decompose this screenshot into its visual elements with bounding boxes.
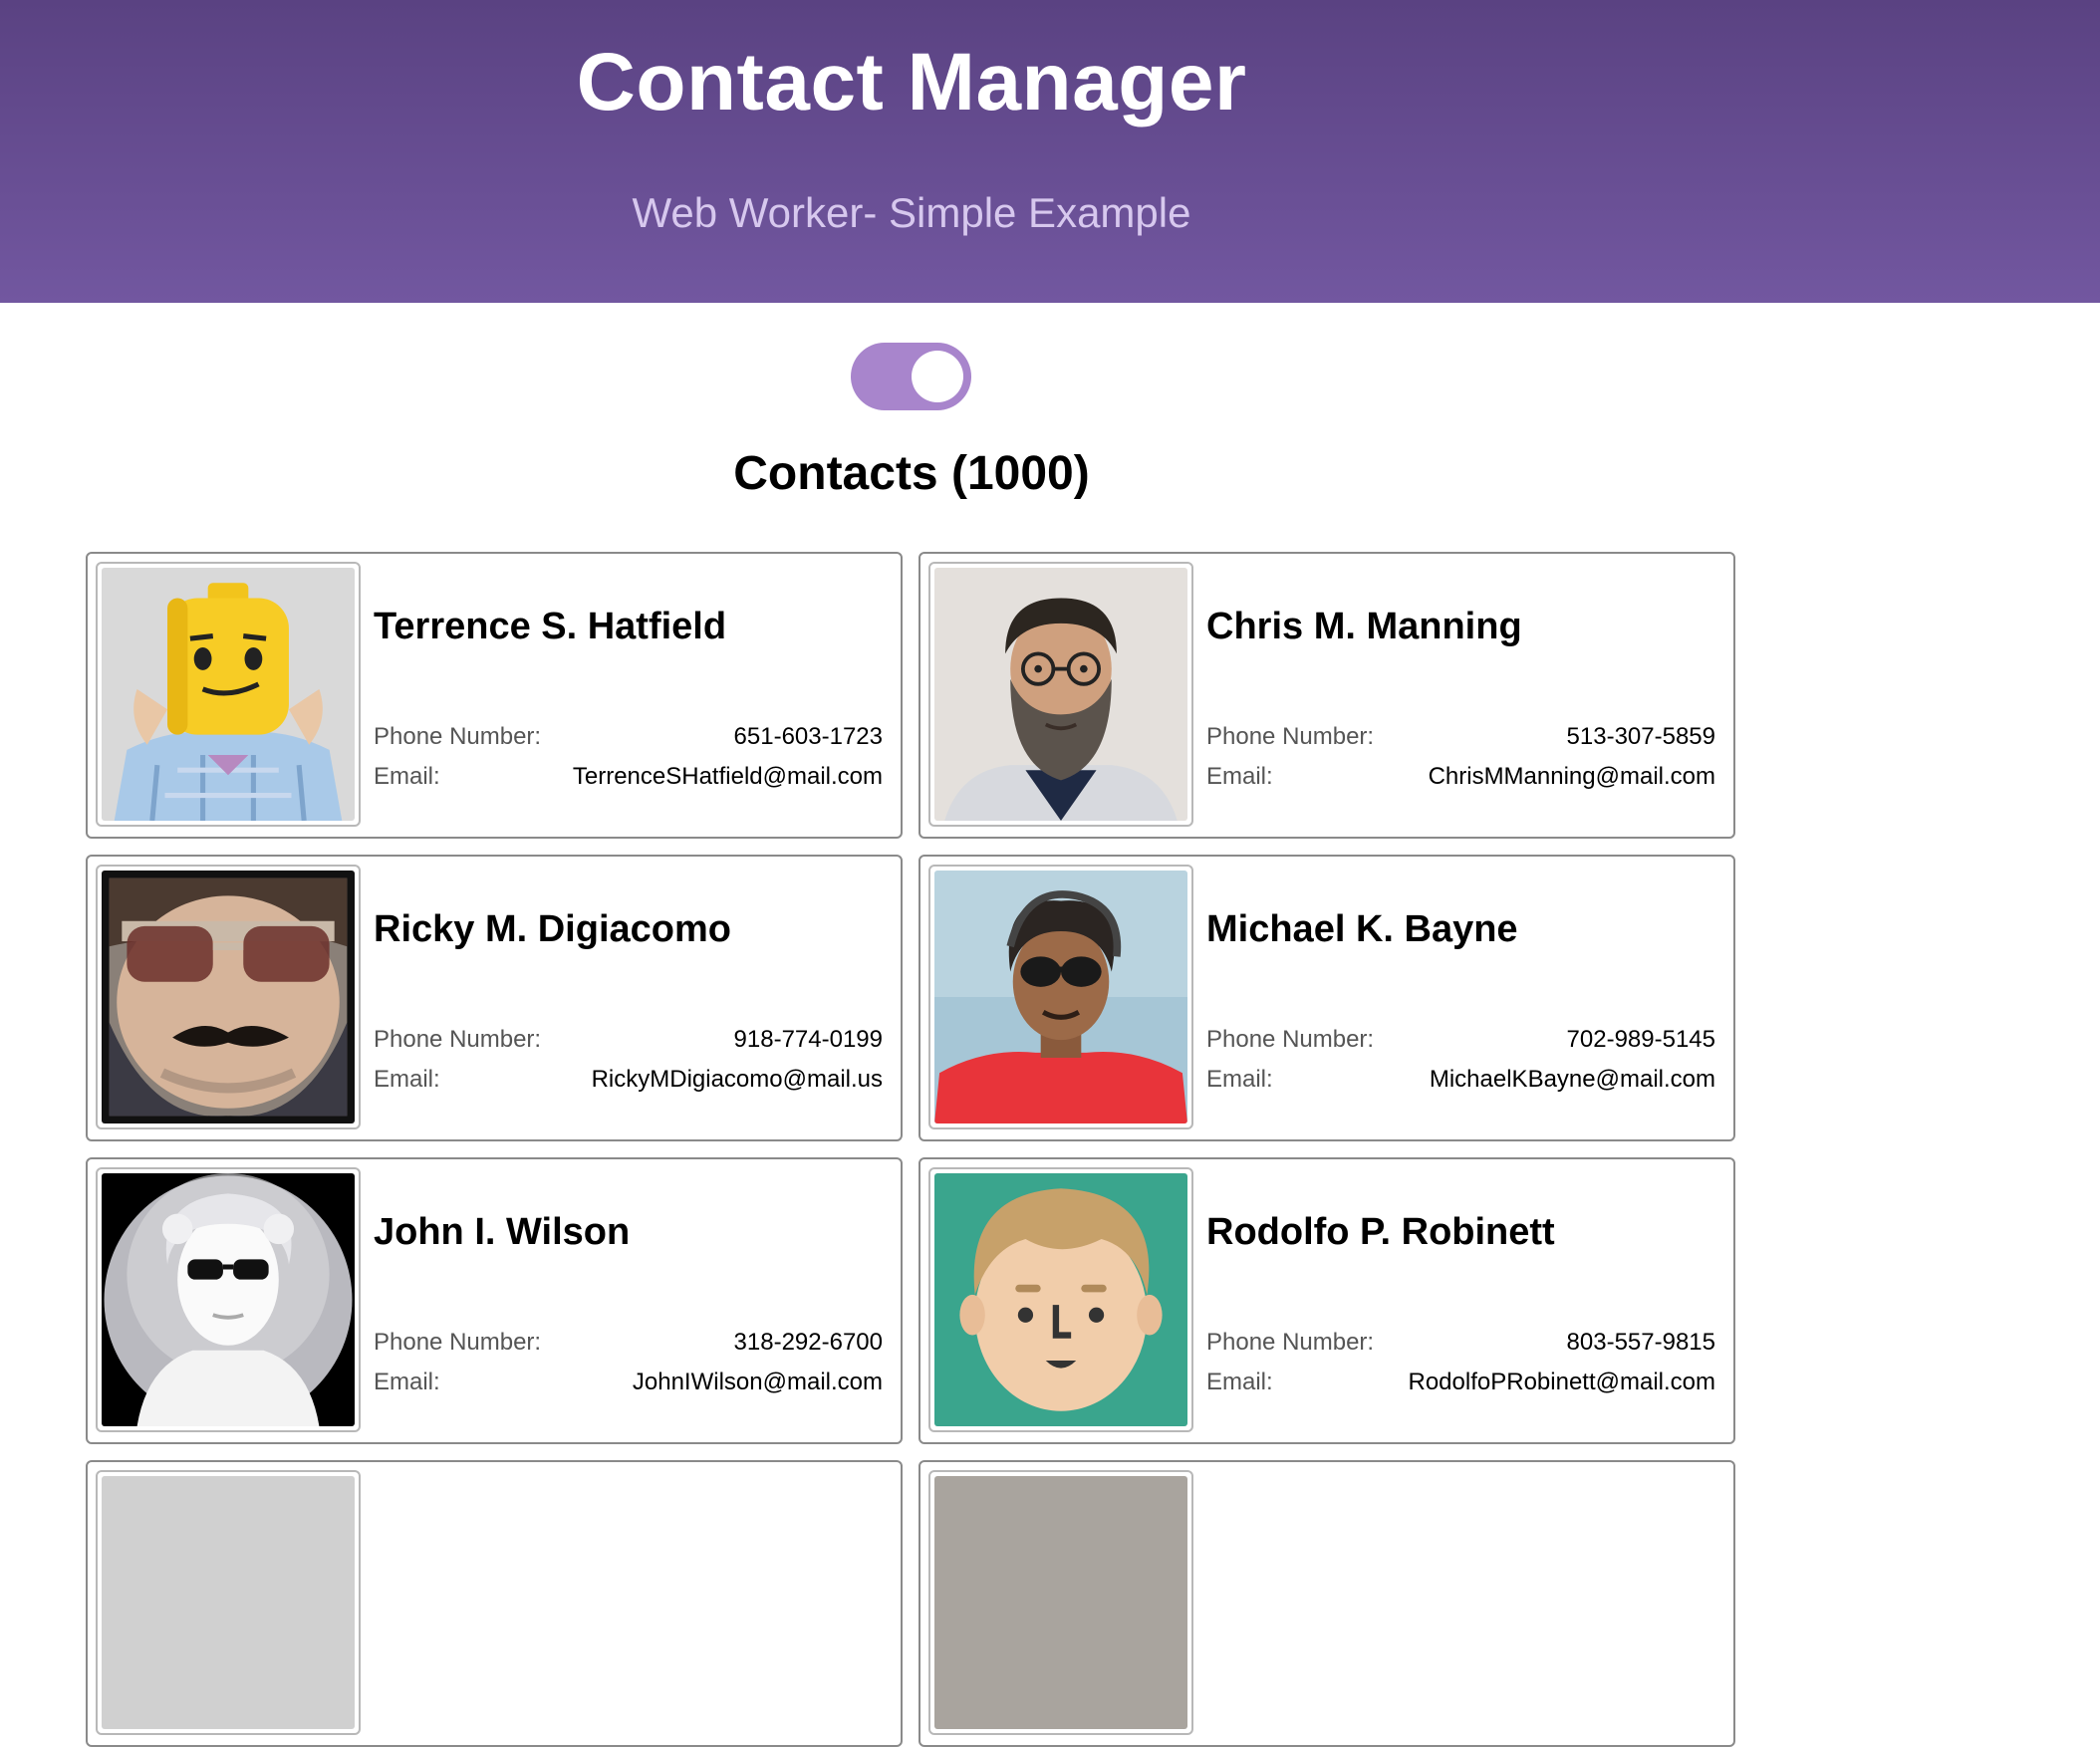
avatar [928,865,1193,1129]
phone-label: Phone Number: [1206,1329,1375,1356]
email-row: Email: ChrisMManning@mail.com [1206,763,1715,791]
contact-card[interactable]: Ricky M. Digiacomo Phone Number: 918-774… [86,855,903,1141]
email-label: Email: [1206,1066,1273,1093]
email-value: MichaelKBayne@mail.com [1429,1066,1715,1093]
contact-name: Rodolfo P. Robinett [1206,1211,1555,1253]
contact-name: Terrence S. Hatfield [374,606,727,647]
phone-value: 702-989-5145 [1566,1026,1715,1053]
avatar-placeholder-icon [934,1476,1187,1729]
phone-value: 318-292-6700 [733,1329,883,1356]
phone-label: Phone Number: [1206,723,1375,750]
toggle-knob [912,351,963,402]
sunglasses-mustache-avatar [102,871,355,1123]
phone-row: Phone Number: 702-989-5145 [1206,1026,1715,1054]
avatar [96,1470,361,1735]
email-value: TerrenceSHatfield@mail.com [572,763,883,790]
email-row: Email: MichaelKBayne@mail.com [1206,1066,1715,1094]
email-value: JohnIWilson@mail.com [632,1369,883,1395]
avatar [96,1167,361,1432]
avatar [96,865,361,1129]
contact-name: Michael K. Bayne [1206,908,1518,950]
phone-value: 513-307-5859 [1566,723,1715,750]
email-label: Email: [1206,763,1273,790]
email-value: ChrisMManning@mail.com [1428,763,1715,790]
phone-row: Phone Number: 318-292-6700 [374,1329,883,1357]
app-title: Contact Manager [576,37,1247,127]
contact-name: John I. Wilson [374,1211,631,1253]
phone-row: Phone Number: 651-603-1723 [374,723,883,751]
contacts-heading: Contacts (1000) [733,447,1090,500]
email-row: Email: RodolfoPRobinett@mail.com [1206,1369,1715,1396]
email-label: Email: [374,1066,440,1093]
app-header: Contact Manager Web Worker- Simple Examp… [0,0,2100,303]
phone-value: 918-774-0199 [733,1026,883,1053]
app-subtitle: Web Worker- Simple Example [632,189,1191,236]
avatar [928,562,1193,827]
phone-value: 803-557-9815 [1566,1329,1715,1356]
email-row: Email: JohnIWilson@mail.com [374,1369,883,1396]
phone-value: 651-603-1723 [733,723,883,750]
contact-name: Ricky M. Digiacomo [374,908,731,950]
contact-card[interactable] [86,1460,903,1747]
contact-card[interactable] [919,1460,1735,1747]
man-red-shirt-avatar [934,871,1187,1123]
email-value: RodolfoPRobinett@mail.com [1408,1369,1716,1395]
contact-card[interactable]: Rodolfo P. Robinett Phone Number: 803-55… [919,1157,1735,1444]
phone-label: Phone Number: [374,723,542,750]
contacts-grid: Terrence S. Hatfield Phone Number: 651-6… [86,552,1735,1747]
phone-label: Phone Number: [374,1026,542,1053]
avatar-placeholder-icon [102,1476,355,1729]
email-label: Email: [374,763,440,790]
email-label: Email: [1206,1369,1273,1395]
email-label: Email: [374,1369,440,1395]
phone-row: Phone Number: 918-774-0199 [374,1026,883,1054]
phone-row: Phone Number: 803-557-9815 [1206,1329,1715,1357]
phone-label: Phone Number: [374,1329,542,1356]
email-value: RickyMDigiacomo@mail.us [591,1066,883,1093]
email-row: Email: RickyMDigiacomo@mail.us [374,1066,883,1094]
avatar [96,562,361,827]
view-toggle[interactable] [851,343,971,410]
contact-card[interactable]: Chris M. Manning Phone Number: 513-307-5… [919,552,1735,839]
lego-head-avatar [102,568,355,821]
avatar [928,1167,1193,1432]
statue-sunglasses-avatar [102,1173,355,1426]
contact-card[interactable]: John I. Wilson Phone Number: 318-292-670… [86,1157,903,1444]
phone-row: Phone Number: 513-307-5859 [1206,723,1715,751]
contact-name: Chris M. Manning [1206,606,1522,647]
bearded-man-avatar [934,568,1187,821]
email-row: Email: TerrenceSHatfield@mail.com [374,763,883,791]
avatar [928,1470,1193,1735]
cartoon-face-avatar [934,1173,1187,1426]
contact-card[interactable]: Michael K. Bayne Phone Number: 702-989-5… [919,855,1735,1141]
contact-card[interactable]: Terrence S. Hatfield Phone Number: 651-6… [86,552,903,839]
phone-label: Phone Number: [1206,1026,1375,1053]
